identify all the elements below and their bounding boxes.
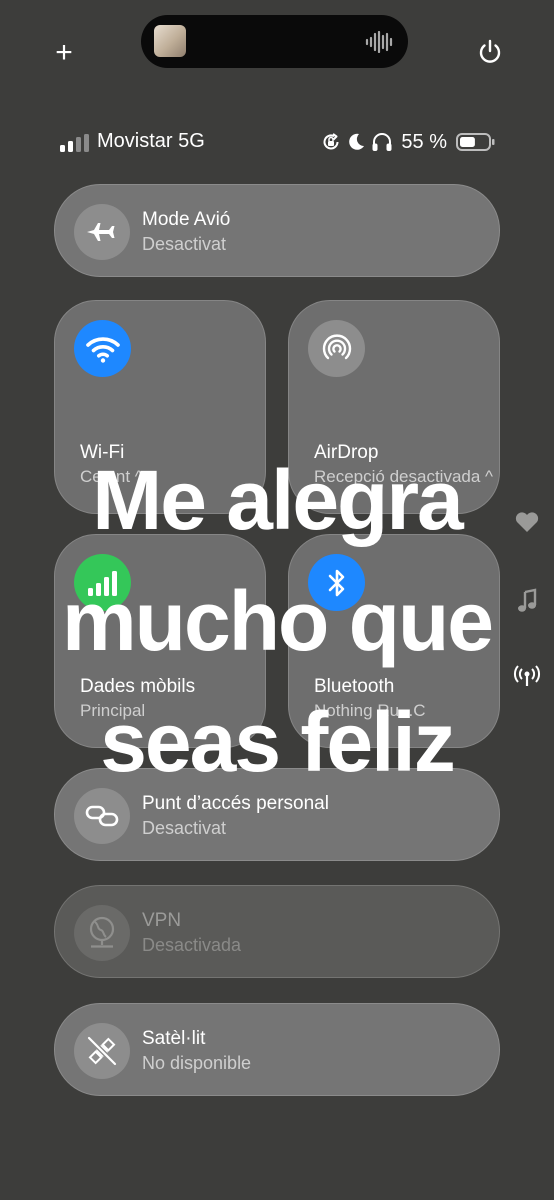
vpn-icon-circle bbox=[74, 905, 130, 961]
audio-waveform-icon bbox=[365, 31, 393, 53]
airplane-subtitle: Desactivat bbox=[142, 234, 227, 254]
power-icon[interactable] bbox=[476, 38, 504, 66]
album-art bbox=[154, 25, 186, 57]
satellite-icon-circle bbox=[74, 1023, 130, 1079]
satellite-disabled-icon bbox=[87, 1036, 117, 1066]
wifi-icon-circle bbox=[74, 320, 131, 377]
airplane-icon-circle bbox=[74, 204, 130, 260]
overlay-caption: Me alegra mucho que seas feliz bbox=[61, 453, 494, 789]
carrier-label: Movistar 5G bbox=[97, 130, 205, 152]
satellite-toggle[interactable]: Satèl·lit No disponible bbox=[54, 1003, 500, 1096]
vpn-title: VPN bbox=[142, 910, 182, 931]
signal-bars-icon bbox=[60, 134, 89, 152]
hotspot-subtitle: Desactivat bbox=[142, 818, 227, 838]
satellite-title: Satèl·lit bbox=[142, 1028, 206, 1049]
headphones-icon bbox=[372, 133, 392, 151]
vpn-toggle[interactable]: VPN Desactivada bbox=[54, 885, 500, 978]
airdrop-icon bbox=[322, 334, 351, 359]
wifi-icon bbox=[85, 336, 120, 363]
orientation-lock-icon bbox=[323, 133, 339, 150]
battery-percent: 55 % bbox=[401, 130, 447, 153]
status-bar: Movistar 5G 55 % bbox=[60, 128, 496, 156]
link-icon bbox=[85, 805, 119, 827]
airplane-title: Mode Avió bbox=[142, 209, 231, 230]
airplane-mode-toggle[interactable]: Mode Avió Desactivat bbox=[54, 184, 500, 277]
satellite-subtitle: No disponible bbox=[142, 1053, 252, 1073]
vpn-subtitle: Desactivada bbox=[142, 935, 242, 955]
moon-icon bbox=[349, 133, 365, 150]
now-playing-island[interactable] bbox=[141, 15, 408, 68]
add-control-button[interactable]: + bbox=[48, 38, 80, 70]
airdrop-icon-circle bbox=[308, 320, 365, 377]
airplane-icon bbox=[87, 223, 115, 241]
battery-icon bbox=[456, 133, 495, 151]
globe-network-icon bbox=[89, 916, 115, 948]
